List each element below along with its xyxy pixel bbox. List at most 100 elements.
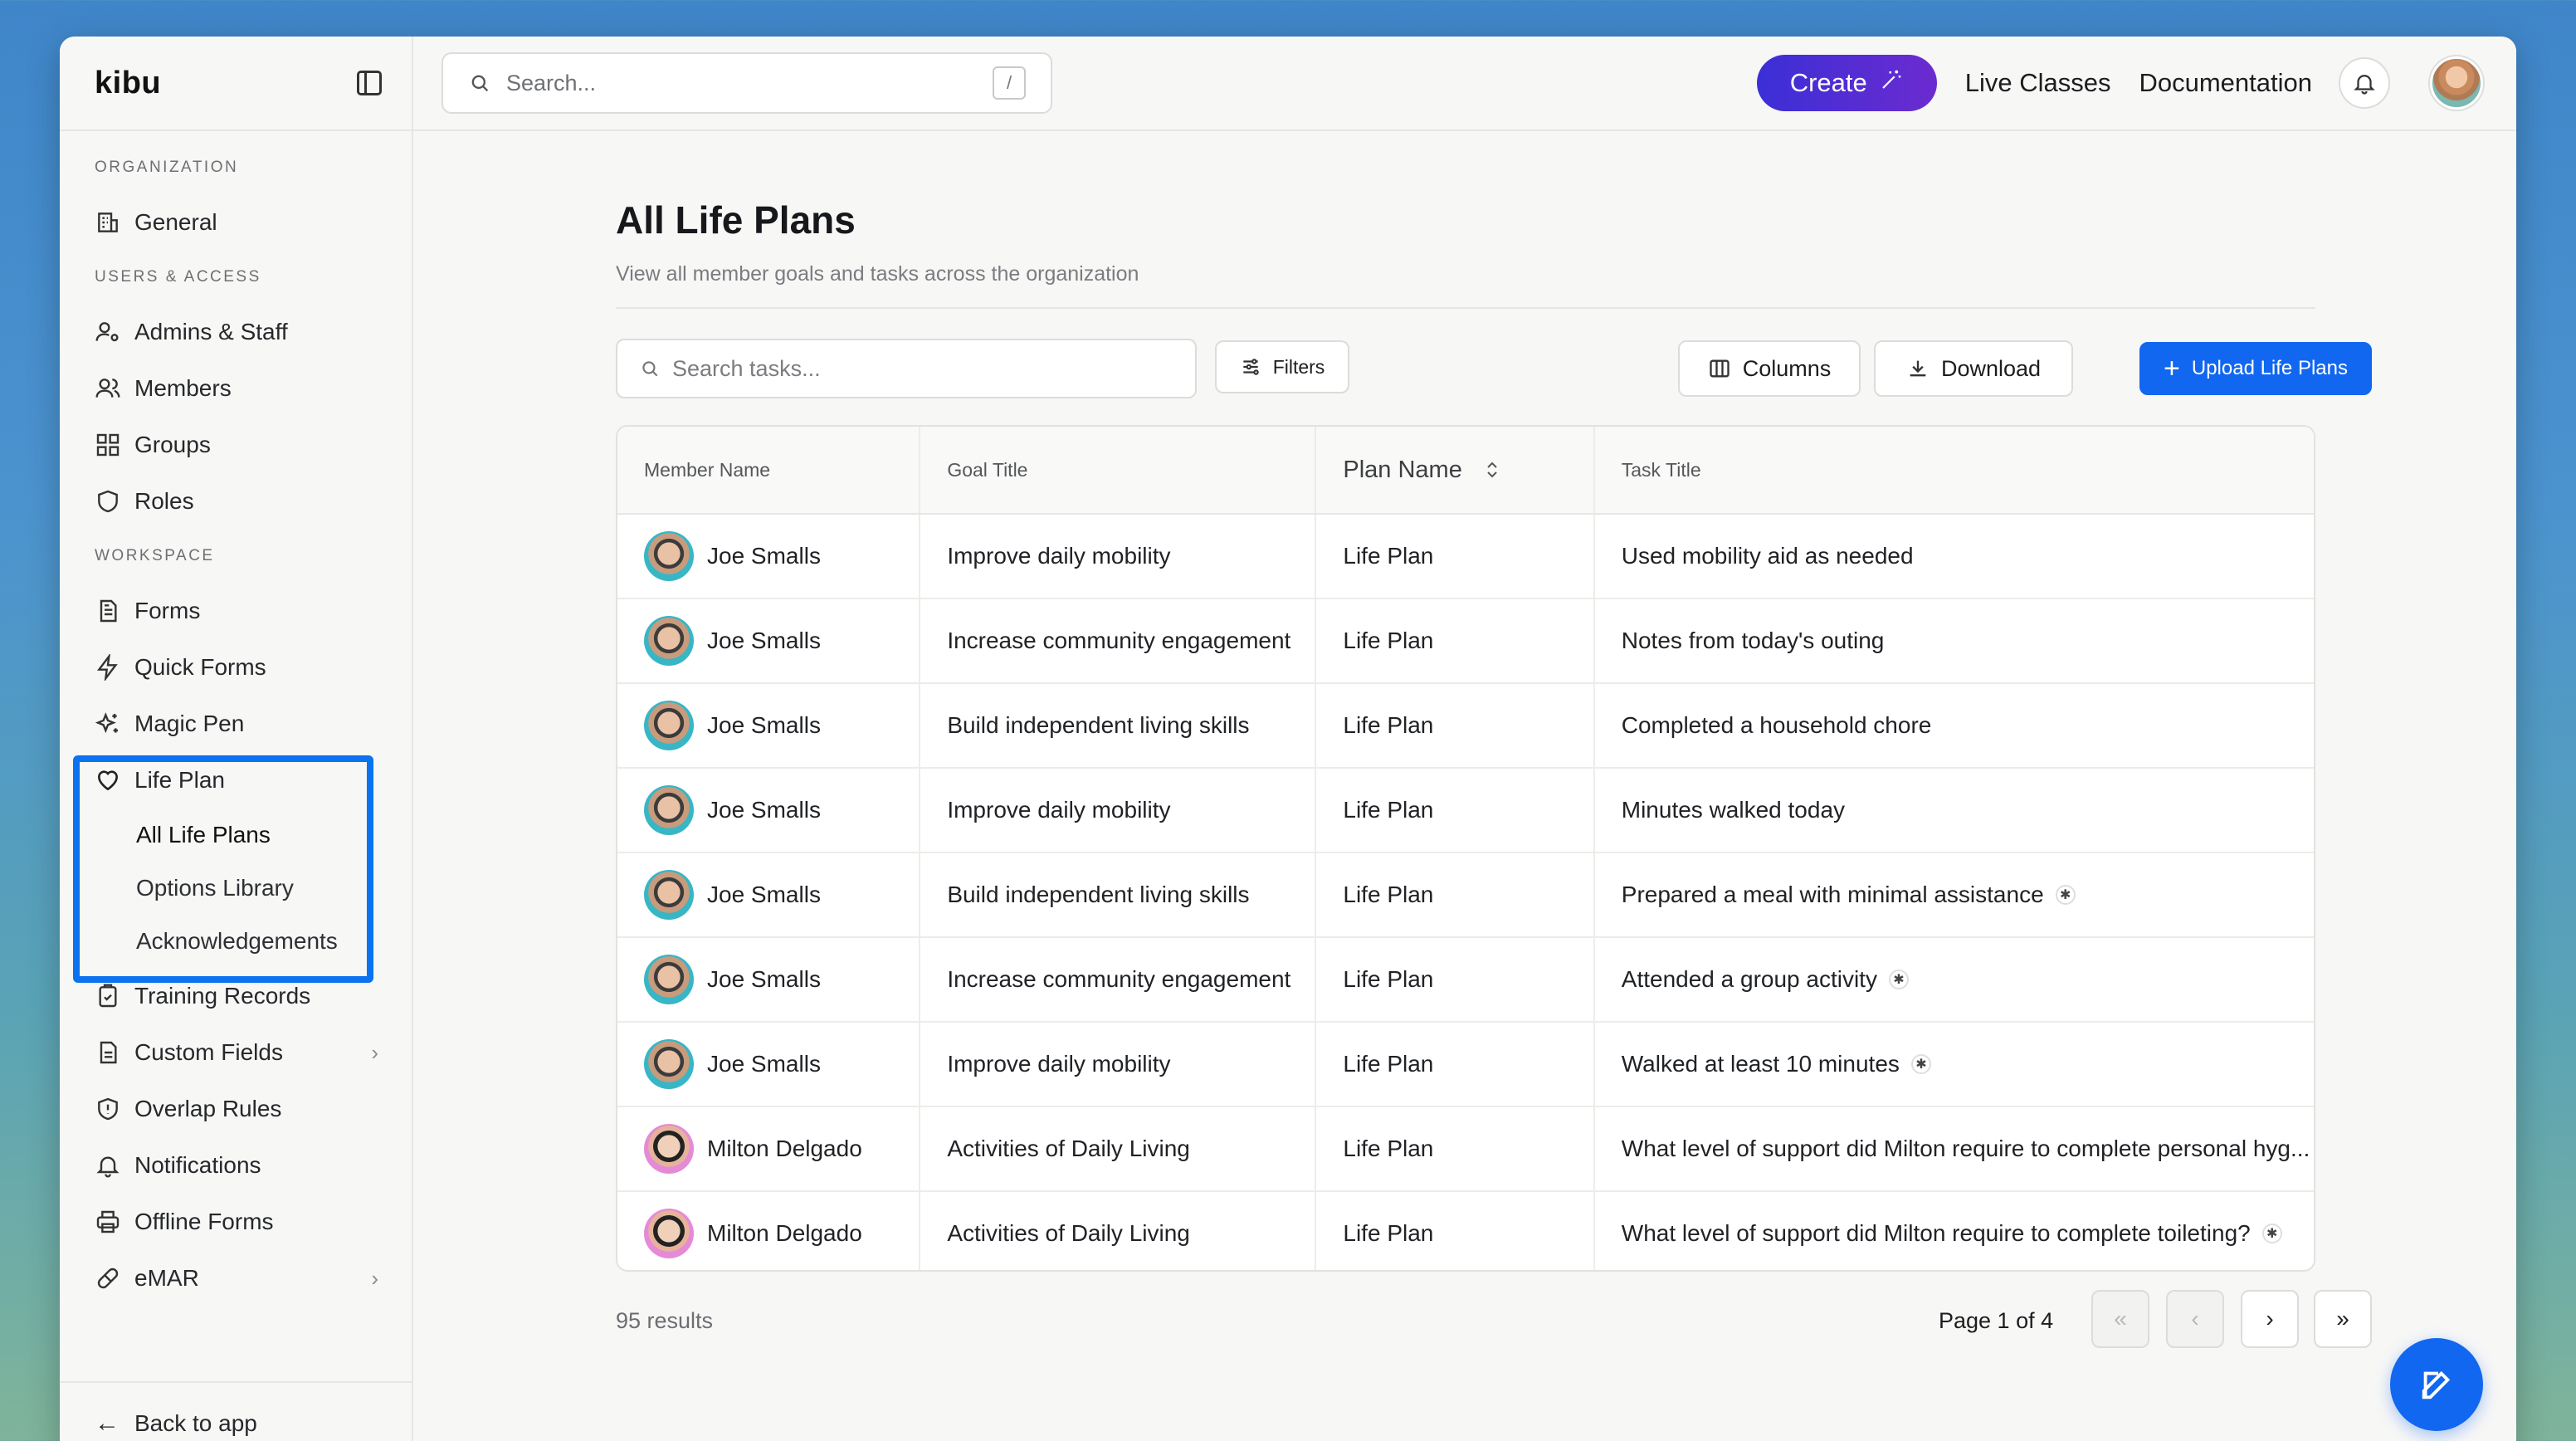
chevron-right-icon: › [371, 1265, 378, 1291]
lightning-icon [95, 654, 121, 681]
sidebar-item-label: Notifications [134, 1152, 261, 1178]
sidebar-subitem-acknowledgements[interactable]: Acknowledgements [60, 915, 412, 968]
column-header-task[interactable]: Task Title [1595, 427, 2314, 513]
table-row[interactable]: Joe Smalls Increase community engagement L… [617, 938, 2314, 1023]
sidebar-item-emar[interactable]: eMAR › [60, 1250, 412, 1307]
table-row[interactable]: Joe Smalls Improve daily mobility Life Pla… [617, 1023, 2314, 1107]
section-organization: ORGANIZATION [95, 159, 239, 176]
sparkles-icon [95, 711, 121, 737]
sidebar-item-groups[interactable]: Groups [60, 417, 412, 473]
member-cell: Joe Smalls [617, 853, 921, 936]
next-page-button[interactable]: › [2241, 1290, 2299, 1348]
member-name: Joe Smalls [707, 882, 821, 907]
download-icon [1906, 357, 1930, 380]
columns-button[interactable]: Columns [1678, 340, 1861, 397]
asterisk-icon: ✱ [2261, 1224, 2282, 1243]
sidebar-item-training-records[interactable]: Training Records [60, 968, 412, 1024]
member-cell: Joe Smalls [617, 1023, 921, 1106]
plus-icon: + [2164, 353, 2180, 384]
sidebar-item-roles[interactable]: Roles [60, 473, 412, 530]
member-name: Joe Smalls [707, 797, 821, 823]
plan-cell: Life Plan [1316, 853, 1595, 936]
sidebar-item-quick-forms[interactable]: Quick Forms [60, 639, 412, 696]
table-body: Joe Smalls Improve daily mobility Life Pla… [617, 515, 2314, 1270]
sidebar-toggle-icon[interactable] [357, 71, 382, 95]
edit-icon [2422, 1370, 2451, 1399]
magic-wand-icon [1879, 67, 1904, 99]
plan-cell: Life Plan [1316, 1023, 1595, 1106]
asterisk-icon: ✱ [1910, 1054, 1931, 1074]
task-cell: What level of support did Milton require… [1595, 1192, 2314, 1270]
last-page-button[interactable]: » [2314, 1290, 2372, 1348]
sidebar-item-label: Members [134, 375, 232, 401]
goal-cell: Activities of Daily Living [920, 1107, 1317, 1190]
task-search-placeholder: Search tasks... [672, 355, 821, 381]
main-content: All Life Plans View all member goals and… [413, 131, 2516, 1441]
prev-page-button[interactable]: ‹ [2166, 1290, 2224, 1348]
column-header-goal[interactable]: Goal Title [920, 427, 1317, 513]
filters-button[interactable]: Filters [1215, 340, 1349, 393]
sidebar-item-label: Life Plan [134, 767, 225, 793]
shield-alert-icon [95, 1096, 121, 1122]
sidebar-item-overlap-rules[interactable]: Overlap Rules [60, 1081, 412, 1137]
sidebar-item-label: Custom Fields [134, 1039, 283, 1065]
member-avatar [644, 701, 694, 750]
user-avatar[interactable] [2430, 56, 2483, 110]
task-title: Notes from today's outing [1621, 628, 1885, 653]
sort-icon[interactable] [1484, 460, 1500, 480]
section-workspace: WORKSPACE [95, 547, 215, 564]
column-header-plan[interactable]: Plan Name [1316, 427, 1595, 513]
task-title: What level of support did Milton require… [1621, 1136, 2310, 1161]
sidebar-item-custom-fields[interactable]: Custom Fields › [60, 1024, 412, 1081]
sidebar-item-magic-pen[interactable]: Magic Pen [60, 696, 412, 752]
filters-label: Filters [1272, 355, 1325, 378]
sidebar-item-members[interactable]: Members [60, 360, 412, 417]
table-row[interactable]: Joe Smalls Build independent living skill… [617, 684, 2314, 769]
global-search-input[interactable]: Search... / [442, 52, 1052, 114]
task-title: What level of support did Milton require… [1621, 1220, 2251, 1246]
sidebar-subitem-all-life-plans[interactable]: All Life Plans [60, 808, 412, 862]
task-title: Minutes walked today [1621, 797, 1846, 823]
first-page-button[interactable]: « [2091, 1290, 2149, 1348]
compose-fab-button[interactable] [2390, 1338, 2483, 1431]
arrow-left-icon: ← [95, 1409, 120, 1437]
plan-cell: Life Plan [1316, 515, 1595, 598]
column-header-member[interactable]: Member Name [617, 427, 921, 513]
task-search-input[interactable]: Search tasks... [616, 339, 1197, 398]
user-cog-icon [95, 319, 121, 345]
member-name: Milton Delgado [707, 1136, 862, 1161]
documentation-link[interactable]: Documentation [2139, 68, 2312, 98]
upload-life-plans-button[interactable]: + Upload Life Plans [2139, 342, 2372, 395]
member-cell: Milton Delgado [617, 1107, 921, 1190]
sidebar-item-label: Roles [134, 488, 194, 514]
task-cell: Notes from today's outing [1595, 599, 2314, 682]
task-title: Used mobility aid as needed [1621, 543, 1914, 569]
goal-cell: Build independent living skills [920, 853, 1317, 936]
sidebar-item-offline-forms[interactable]: Offline Forms [60, 1194, 412, 1250]
table-row[interactable]: Joe Smalls Improve daily mobility Life Pla… [617, 769, 2314, 853]
sidebar-item-general[interactable]: General [60, 194, 412, 251]
sidebar-item-forms[interactable]: Forms [60, 583, 412, 639]
create-button[interactable]: Create [1756, 55, 1937, 111]
sidebar-item-life-plan[interactable]: Life Plan [60, 752, 412, 808]
live-classes-link[interactable]: Live Classes [1965, 68, 2111, 98]
bell-icon [2354, 75, 2375, 95]
download-button[interactable]: Download [1874, 340, 2073, 397]
file-text-icon [95, 1039, 121, 1066]
section-users-access: USERS & ACCESS [95, 268, 261, 286]
table-row[interactable]: Joe Smalls Build independent living skill… [617, 853, 2314, 938]
sidebar-item-admins-staff[interactable]: Admins & Staff [60, 304, 412, 360]
sidebar-item-label: Overlap Rules [134, 1096, 282, 1121]
sidebar-item-notifications[interactable]: Notifications [60, 1137, 412, 1194]
table-row[interactable]: Milton Delgado Activities of Daily Living… [617, 1192, 2314, 1270]
goal-cell: Improve daily mobility [920, 769, 1317, 852]
back-to-app-link[interactable]: ← Back to app [60, 1381, 412, 1441]
notifications-bell-button[interactable] [2339, 57, 2390, 109]
table-row[interactable]: Joe Smalls Improve daily mobility Life Pla… [617, 515, 2314, 599]
goal-cell: Improve daily mobility [920, 1023, 1317, 1106]
table-row[interactable]: Milton Delgado Activities of Daily Living… [617, 1107, 2314, 1192]
table-row[interactable]: Joe Smalls Increase community engagement L… [617, 599, 2314, 684]
member-name: Milton Delgado [707, 1220, 862, 1246]
divider [616, 307, 2315, 309]
sidebar-subitem-options-library[interactable]: Options Library [60, 862, 412, 915]
